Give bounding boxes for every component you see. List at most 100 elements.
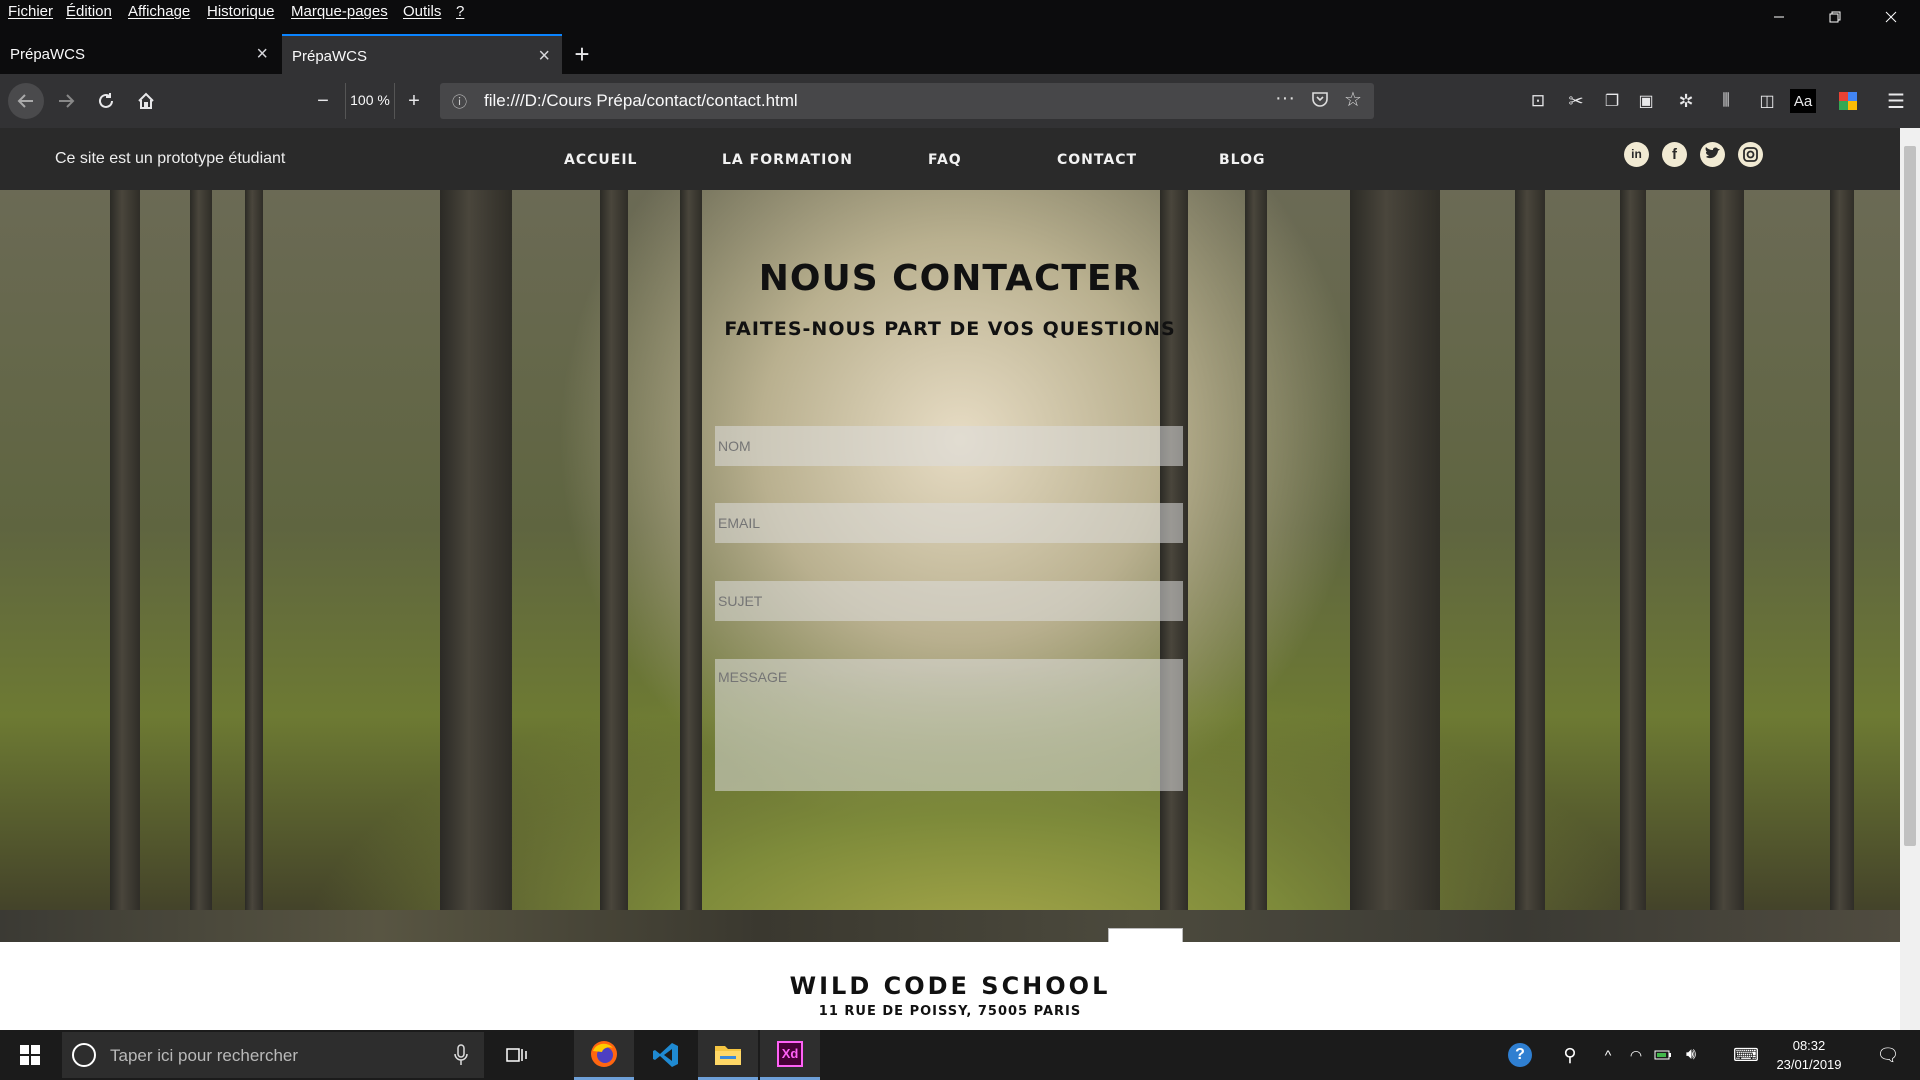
wifi-icon[interactable]: ◠ [1622,1030,1650,1080]
tab-1[interactable]: PrépaWCS × [0,34,280,74]
extension-icon[interactable] [1832,85,1864,117]
tab-strip: PrépaWCS × PrépaWCS × + [0,34,1920,74]
close-tab-icon[interactable]: × [256,43,268,66]
menu-historique[interactable]: Historique [207,3,275,20]
tree-trunk [1245,190,1267,942]
vscode-taskbar-icon[interactable] [636,1030,696,1080]
keyboard-icon[interactable]: ⌨ [1726,1030,1766,1080]
taskbar-search-box[interactable]: Taper ici pour rechercher [62,1032,484,1078]
zoom-out-icon[interactable]: − [307,85,339,117]
adobe-xd-taskbar-icon[interactable]: Xd [760,1030,820,1080]
footer-school-name: WILD CODE SCHOOL [789,972,1111,1000]
minimize-icon[interactable] [1756,0,1802,34]
tree-trunk [245,190,263,942]
back-icon[interactable] [8,83,44,119]
site-footer: WILD CODE SCHOOL 11 RUE DE POISSY, 75005… [0,942,1900,1030]
copy-icon[interactable]: ❐ [1596,85,1628,117]
linkedin-icon[interactable]: in [1624,142,1649,167]
show-hidden-icons[interactable]: ^ [1594,1030,1622,1080]
subject-field[interactable] [715,581,1183,621]
action-center-icon[interactable]: 🗨︎ [1862,1030,1914,1080]
tab-2-active[interactable]: PrépaWCS × [282,34,562,74]
tree-trunk [1710,190,1744,942]
tree-trunk [600,190,628,942]
tab-label: PrépaWCS [292,48,368,65]
facebook-icon[interactable]: f [1662,142,1687,167]
home-icon[interactable] [130,85,162,117]
library-icon[interactable]: ⫼ [1710,85,1742,117]
email-field[interactable] [715,503,1183,543]
reader-view-icon[interactable]: Aa [1790,89,1816,113]
info-icon[interactable]: ⓘ [452,91,467,112]
tree-trunk [680,190,702,942]
message-field[interactable] [715,659,1183,791]
instagram-icon[interactable] [1738,142,1763,167]
taskbar-clock[interactable]: 08:32 23/01/2019 [1766,1036,1852,1074]
menu-marque-pages[interactable]: Marque-pages [291,3,388,20]
web-page: Ce site est un prototype étudiant ACCUEI… [0,128,1900,1030]
task-view-icon[interactable] [490,1030,544,1080]
search-placeholder: Taper ici pour rechercher [110,1046,299,1065]
scrollbar-thumb[interactable] [1904,146,1916,846]
nav-blog[interactable]: BLOG [1219,152,1266,168]
url-bar[interactable]: ⓘ file:///D:/Cours Prépa/contact/contact… [440,83,1374,119]
menu-affichage[interactable]: Affichage [128,3,190,20]
navigation-toolbar: − 100 % + ⓘ file:///D:/Cours Prépa/conta… [0,74,1920,128]
restore-icon[interactable] [1812,0,1858,34]
prototype-notice: Ce site est un prototype étudiant [55,150,286,167]
zoom-in-icon[interactable]: + [398,85,430,117]
people-icon[interactable]: ⚲ [1546,1030,1594,1080]
nav-la-formation[interactable]: LA FORMATION [722,152,853,168]
menu-help[interactable]: ? [456,3,464,20]
close-window-icon[interactable] [1868,0,1914,34]
forest-ground-strip [0,910,1900,942]
menu-outils[interactable]: Outils [403,3,441,20]
twitter-icon[interactable] [1700,142,1725,167]
cortana-icon [72,1043,96,1067]
hero-forest-background: NOUS CONTACTER FAITES-NOUS PART DE VOS Q… [0,190,1900,942]
settings-gear-icon[interactable]: ✲ [1670,85,1702,117]
screenshot-folder-icon[interactable]: ⊡ [1522,85,1554,117]
nav-faq[interactable]: FAQ [928,152,962,168]
battery-icon[interactable] [1650,1030,1676,1080]
paste-icon[interactable]: ▣ [1630,85,1662,117]
url-text[interactable]: file:///D:/Cours Prépa/contact/contact.h… [484,91,798,111]
file-explorer-taskbar-icon[interactable] [698,1030,758,1080]
tree-trunk [1350,190,1440,942]
site-header: Ce site est un prototype étudiant ACCUEI… [0,128,1900,190]
menu-edition[interactable]: Édition [66,3,112,20]
page-title: NOUS CONTACTER [758,258,1142,299]
tree-trunk [190,190,212,942]
reload-icon[interactable] [90,85,122,117]
windows-taskbar: Taper ici pour rechercher Xd ? ⚲ ^ ◠ 🔊︎ … [0,1030,1920,1080]
hamburger-menu-icon[interactable]: ☰ [1880,85,1912,117]
page-subtitle: FAITES-NOUS PART DE VOS QUESTIONS [724,318,1176,340]
tree-trunk [1620,190,1646,942]
sidebar-icon[interactable]: ◫ [1751,85,1783,117]
clock-time: 08:32 [1792,1038,1826,1053]
new-tab-icon[interactable]: + [566,38,598,70]
firefox-taskbar-icon[interactable] [574,1030,634,1080]
help-notification-icon[interactable]: ? [1496,1030,1544,1080]
clock-date: 23/01/2019 [1776,1057,1842,1072]
menu-fichier[interactable]: Fichier [8,3,53,20]
tree-trunk [110,190,140,942]
nav-contact[interactable]: CONTACT [1057,152,1137,168]
page-actions-icon[interactable]: ··· [1275,87,1295,110]
tree-trunk [440,190,512,942]
microphone-icon[interactable] [454,1044,468,1071]
windows-start-icon[interactable] [0,1030,60,1080]
close-tab-icon[interactable]: × [538,45,550,68]
page-scrollbar[interactable] [1900,128,1920,1030]
cut-icon[interactable]: ✂ [1560,85,1592,117]
bookmark-star-icon[interactable]: ☆ [1344,87,1362,112]
menu-bar: Fichier Édition Affichage Historique Mar… [0,0,1920,26]
nav-accueil[interactable]: ACCUEIL [564,152,637,168]
zoom-level[interactable]: 100 % [345,83,395,119]
name-field[interactable] [715,426,1183,466]
pocket-icon[interactable] [1310,89,1330,114]
tree-trunk [1160,190,1188,942]
forward-icon[interactable] [50,85,82,117]
tree-trunk [1515,190,1545,942]
volume-icon[interactable]: 🔊︎ [1676,1030,1706,1080]
